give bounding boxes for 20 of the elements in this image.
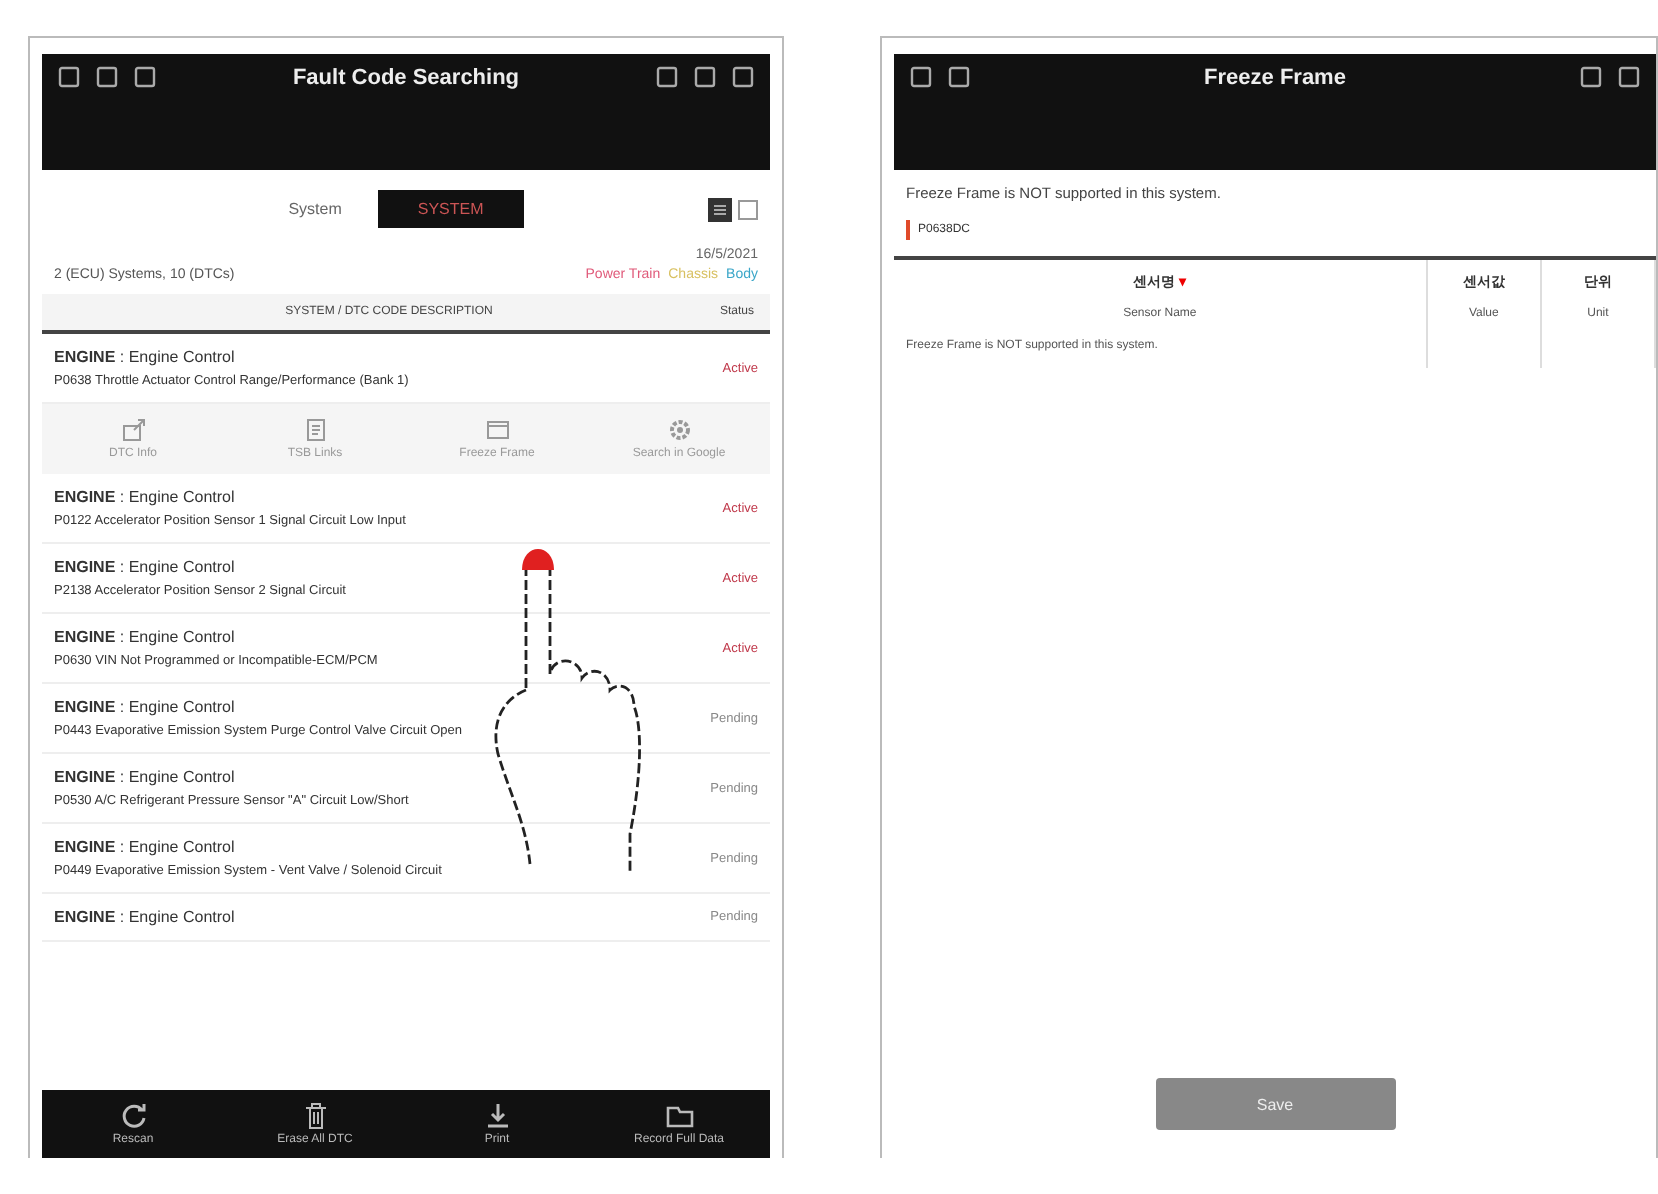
system-button[interactable]: SYSTEM (377, 190, 524, 228)
system-module-text: ENGINE : Engine Control (54, 698, 237, 716)
system-module-text: ENGINE : Engine Control (54, 838, 237, 856)
gear-icon (667, 418, 691, 442)
system-module-text: ENGINE : Engine Control (54, 488, 237, 506)
list-view-icon[interactable] (708, 197, 732, 221)
system-module-text: ENGINE : Engine Control (54, 908, 237, 926)
export-icon (121, 418, 145, 442)
folder-icon (665, 1102, 693, 1130)
system-module-text: ENGINE : Engine Control (54, 628, 237, 646)
frame-icon (485, 418, 509, 442)
system-label: System (288, 200, 342, 218)
trash-icon (301, 1102, 329, 1130)
screen-title: Fault Code Searching (290, 66, 522, 90)
refresh-icon (119, 1102, 147, 1130)
system-module-text: ENGINE : Engine Control (54, 768, 237, 786)
screen-title: Freeze Frame (1202, 66, 1348, 90)
download-icon (483, 1102, 511, 1130)
system-module-text: ENGINE : Engine Control (54, 348, 237, 366)
system-module-text: ENGINE : Engine Control (54, 558, 237, 576)
